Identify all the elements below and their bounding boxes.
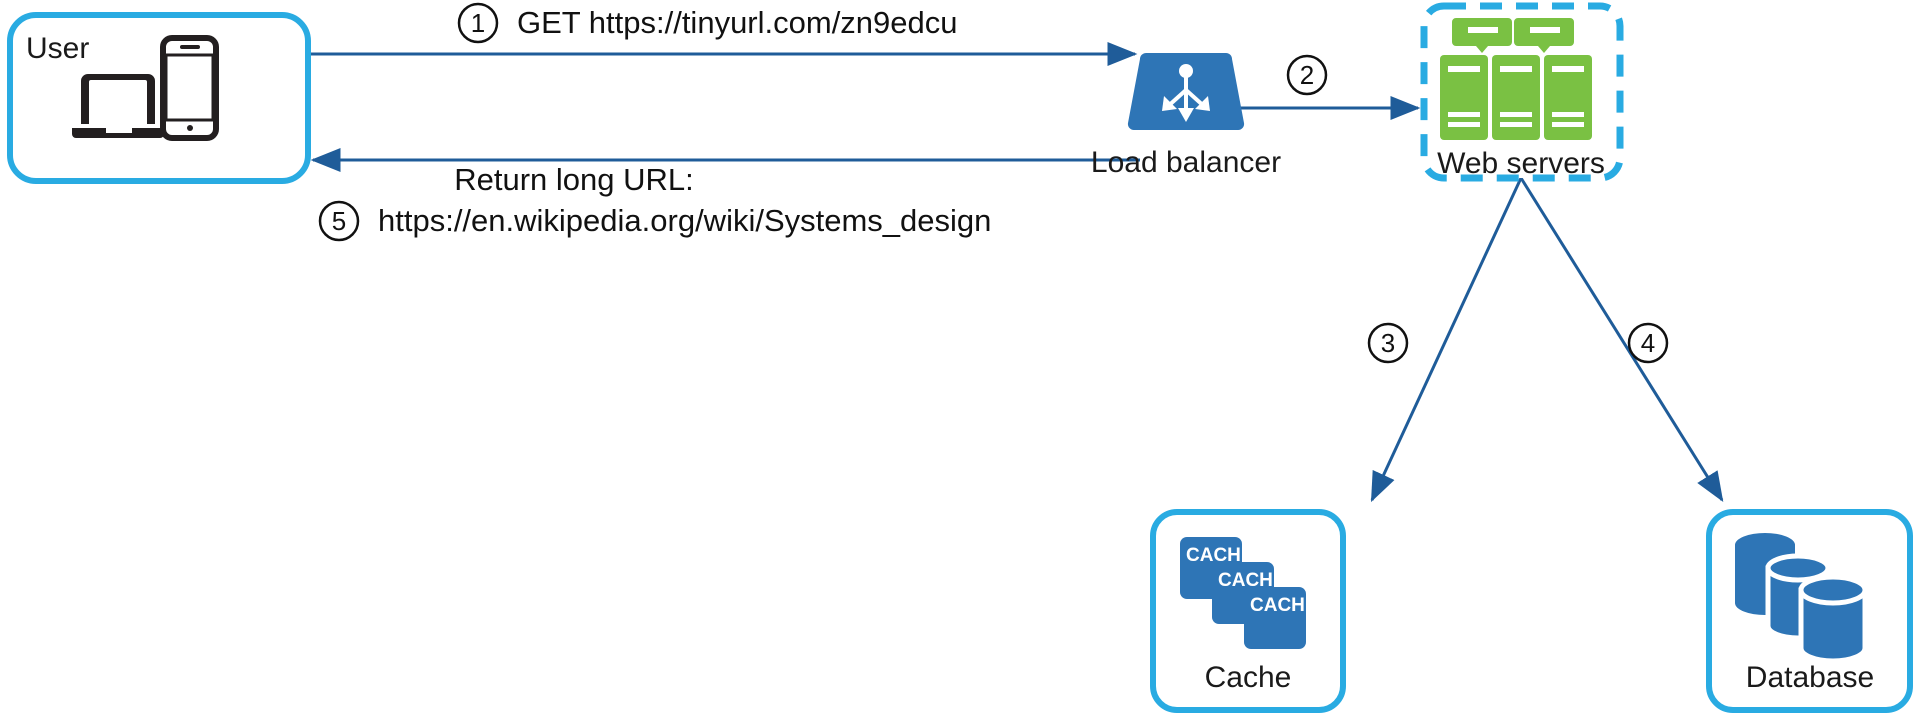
user-label: User: [26, 32, 89, 65]
diagram-svg: User Load balancer Web servers CACHE CAC…: [7, 2, 1913, 713]
node-web-servers[interactable]: Web servers: [1420, 2, 1624, 182]
node-user[interactable]: User: [7, 12, 311, 184]
step-badge-4: 4: [1627, 322, 1669, 364]
step-number-5: 5: [332, 206, 346, 236]
node-cache[interactable]: CACHE CACHE CACHE Cache: [1150, 509, 1346, 713]
arrow-webservers-to-database: [1519, 177, 1724, 503]
node-load-balancer[interactable]: Load balancer: [1091, 53, 1281, 179]
cache-tile-label-2: CACHE: [1218, 570, 1286, 591]
step-number-4: 4: [1641, 328, 1655, 358]
step-badge-3: 3: [1367, 322, 1409, 364]
step-number-3: 3: [1381, 328, 1395, 358]
cache-label: Cache: [1205, 661, 1292, 694]
step-5-label-line1: Return long URL:: [454, 162, 694, 197]
cache-tile-label-1: CACHE: [1186, 545, 1254, 566]
step-number-1: 1: [471, 8, 485, 38]
cache-tile-label-3: CACHE: [1250, 595, 1318, 616]
diagram-canvas: User Load balancer Web servers CACHE CAC…: [0, 0, 1920, 723]
step-badge-5: 5: [318, 200, 360, 242]
step-1-label: GET https://tinyurl.com/zn9edcu: [517, 5, 958, 40]
database-label: Database: [1746, 661, 1874, 694]
step-number-2: 2: [1300, 60, 1314, 90]
web-servers-label: Web servers: [1437, 147, 1605, 180]
node-database[interactable]: Database: [1706, 509, 1913, 713]
step-badge-1: 1: [457, 2, 499, 44]
step-5-label-line2: https://en.wikipedia.org/wiki/Systems_de…: [378, 203, 991, 238]
step-badge-2: 2: [1286, 54, 1328, 96]
load-balancer-label: Load balancer: [1091, 146, 1281, 179]
server-rack-icon: [1440, 18, 1592, 140]
